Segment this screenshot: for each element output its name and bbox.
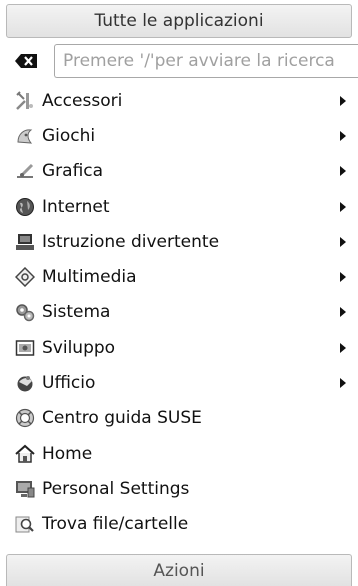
submenu-arrow-icon — [340, 236, 346, 247]
submenu-arrow-icon — [340, 166, 346, 177]
search-row — [0, 43, 358, 79]
menu-item-istruzione-divertente[interactable]: Istruzione divertente — [0, 224, 358, 259]
menu-item-label: Giochi — [42, 125, 96, 146]
menu-item-personal-settings[interactable]: Personal Settings — [0, 471, 358, 506]
menu-item-trova-file-cartelle[interactable]: Trova file/cartelle — [0, 507, 358, 542]
all-applications-header: Tutte le applicazioni — [6, 4, 352, 38]
menu-item-label: Centro guida SUSE — [42, 408, 202, 429]
submenu-arrow-icon — [340, 307, 346, 318]
menu-item-home[interactable]: Home — [0, 436, 358, 471]
menu-item-label: Personal Settings — [42, 478, 190, 499]
menu-item-label: Ufficio — [42, 373, 96, 394]
menu-item-label: Grafica — [42, 161, 104, 182]
submenu-arrow-icon — [340, 201, 346, 212]
submenu-arrow-icon — [340, 95, 346, 106]
clear-search-icon[interactable] — [14, 51, 44, 71]
menu-item-label: Istruzione divertente — [42, 231, 220, 252]
development-icon — [14, 337, 36, 359]
menu-item-sviluppo[interactable]: Sviluppo — [0, 330, 358, 365]
graphics-icon — [14, 160, 36, 182]
menu-item-ufficio[interactable]: Ufficio — [0, 365, 358, 400]
actions-title: Azioni — [153, 560, 205, 581]
menu-item-multimedia[interactable]: Multimedia — [0, 259, 358, 294]
submenu-arrow-icon — [340, 378, 346, 389]
find-files-icon — [14, 513, 36, 535]
menu-item-internet[interactable]: Internet — [0, 189, 358, 224]
all-applications-title: Tutte le applicazioni — [94, 11, 264, 31]
menu-item-centro-guida-suse[interactable]: Centro guida SUSE — [0, 401, 358, 436]
menu-item-accessori[interactable]: Accessori — [0, 83, 358, 118]
search-input[interactable] — [54, 44, 358, 78]
application-menu: Tutte le applicazioni Accessori — [0, 4, 358, 586]
internet-globe-icon — [14, 196, 36, 218]
actions-header[interactable]: Azioni — [6, 554, 352, 586]
education-icon — [14, 231, 36, 253]
home-icon — [14, 443, 36, 465]
menu-item-label: Trova file/cartelle — [42, 514, 189, 535]
menu-item-label: Multimedia — [42, 267, 137, 288]
menu-item-label: Sviluppo — [42, 337, 116, 358]
submenu-arrow-icon — [340, 272, 346, 283]
submenu-arrow-icon — [340, 342, 346, 353]
application-list: Accessori Giochi Grafica Internet Istruz… — [0, 83, 358, 542]
menu-item-label: Sistema — [42, 302, 111, 323]
submenu-arrow-icon — [340, 130, 346, 141]
personal-settings-icon — [14, 478, 36, 500]
menu-item-label: Home — [42, 443, 93, 464]
menu-item-label: Accessori — [42, 90, 123, 111]
system-gears-icon — [14, 301, 36, 323]
menu-item-giochi[interactable]: Giochi — [0, 118, 358, 153]
menu-item-sistema[interactable]: Sistema — [0, 295, 358, 330]
games-icon — [14, 125, 36, 147]
accessories-icon — [14, 90, 36, 112]
office-icon — [14, 372, 36, 394]
multimedia-icon — [14, 266, 36, 288]
help-center-icon — [14, 407, 36, 429]
menu-item-grafica[interactable]: Grafica — [0, 154, 358, 189]
menu-item-label: Internet — [42, 196, 110, 217]
